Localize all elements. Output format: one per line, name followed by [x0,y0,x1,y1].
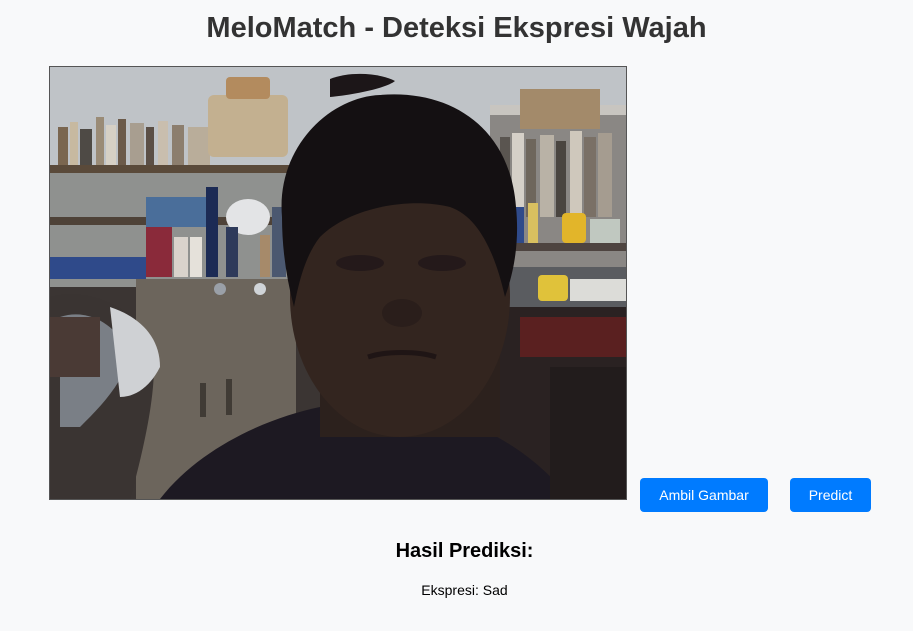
capture-image-button[interactable]: Ambil Gambar [640,478,768,512]
webcam-image [50,67,626,499]
result-heading: Hasil Prediksi: [395,540,534,562]
expression-label: Ekspresi: [421,582,483,598]
predict-button[interactable]: Predict [790,478,871,512]
expression-value: Sad [482,582,508,598]
page-title: MeloMatch - Deteksi Ekspresi Wajah [206,12,707,44]
prediction-result: Ekspresi: Sad [0,582,913,598]
webcam-preview [49,66,627,500]
